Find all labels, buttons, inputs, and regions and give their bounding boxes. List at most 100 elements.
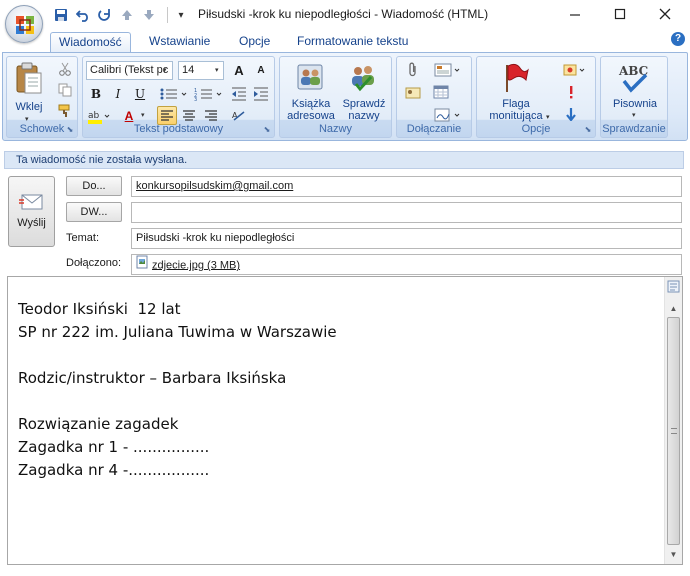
check-names-label-2[interactable]: nazwy (338, 110, 390, 122)
vertical-scrollbar[interactable]: ▲ ▼ (664, 277, 682, 564)
check-names-icon[interactable] (346, 60, 378, 94)
follow-up-flag-icon[interactable] (499, 60, 533, 96)
cut-icon[interactable] (56, 60, 74, 78)
subject-field[interactable]: Piłsudski -krok ku niepodległości (131, 228, 682, 249)
redo-icon[interactable] (96, 6, 114, 24)
low-importance-icon[interactable] (561, 104, 581, 123)
scrollbar-grip (671, 428, 677, 434)
minimize-icon[interactable] (552, 0, 598, 28)
decrease-indent-icon[interactable] (229, 84, 249, 103)
font-color-dropdown-icon[interactable]: ▾ (141, 111, 145, 119)
group-names: Książka adresowa Sprawdź nazwy Nazwy (279, 56, 392, 138)
undo-icon[interactable] (74, 6, 92, 24)
group-clipboard: Wklej ▾ Schowek ⬊ (6, 56, 78, 138)
basic-text-launcher-icon[interactable]: ⬊ (262, 125, 272, 135)
cc-field[interactable] (131, 202, 682, 223)
tab-wiadomosc[interactable]: Wiadomość (50, 32, 131, 52)
bold-button[interactable]: B (86, 84, 106, 103)
message-body[interactable]: Teodor Iksiński 12 lat SP nr 222 im. Juli… (7, 276, 683, 565)
font-name-dropdown-icon[interactable]: ▾ (163, 66, 167, 74)
info-bar: Ta wiadomość nie została wysłana. (4, 151, 684, 169)
address-book-label-2[interactable]: adresowa (283, 110, 339, 122)
tab-formatowanie-tekstu[interactable]: Formatowanie tekstu (289, 32, 416, 52)
arrow-up-icon[interactable] (118, 6, 136, 24)
attach-file-icon[interactable] (403, 60, 423, 79)
body-line: Rozwiązanie zagadek (18, 415, 179, 433)
calendar-icon[interactable] (431, 82, 451, 101)
numbering-icon[interactable]: 123 (192, 84, 226, 103)
office-button[interactable] (5, 5, 43, 43)
align-center-icon (183, 109, 195, 121)
spelling-label[interactable]: Pisownia (605, 98, 665, 110)
spelling-icon[interactable]: ABC (615, 60, 655, 96)
group-proofing: ABC Pisownia ▾ Sprawdzanie (600, 56, 668, 138)
follow-up-dropdown-icon[interactable]: ▾ (546, 113, 550, 121)
underline-button[interactable]: U (130, 84, 150, 103)
spelling-dropdown-icon[interactable]: ▾ (632, 111, 636, 119)
shrink-font-button[interactable]: A (251, 61, 271, 80)
send-button[interactable]: Wyślij (8, 176, 55, 247)
scroll-down-icon[interactable]: ▼ (666, 547, 681, 562)
attachment-link[interactable]: zdjecie.jpg (3 MB) (152, 259, 240, 271)
body-line: Zagadka nr 1 - ................ (18, 438, 210, 456)
svg-text:ab: ab (88, 111, 100, 121)
attachments-field[interactable]: zdjecie.jpg (3 MB) (131, 254, 682, 275)
image-file-icon (136, 255, 148, 274)
close-icon[interactable] (642, 0, 688, 28)
group-label-include: Dołączanie (406, 123, 462, 135)
body-line (18, 344, 337, 367)
cc-button[interactable]: DW... (66, 202, 122, 222)
clipboard-launcher-icon[interactable]: ⬊ (65, 125, 75, 135)
follow-up-label-1[interactable]: Flaga (483, 98, 549, 110)
to-button[interactable]: Do... (66, 176, 122, 196)
align-right-icon (205, 109, 217, 121)
business-card-icon[interactable] (403, 82, 423, 101)
to-recipient[interactable]: konkursopilsudskim@gmail.com (136, 180, 293, 192)
follow-up-label-2[interactable]: monitująca (483, 110, 549, 122)
italic-button[interactable]: I (108, 84, 128, 103)
permission-icon[interactable] (561, 60, 589, 79)
window-title: Piłsudski -krok ku niepodległości - Wiad… (198, 7, 489, 21)
svg-text:3: 3 (194, 97, 197, 101)
address-book-icon[interactable] (294, 60, 326, 94)
body-line: Teodor Iksiński 12 lat (18, 300, 181, 318)
send-envelope-icon (18, 191, 46, 213)
high-importance-icon[interactable] (561, 82, 581, 101)
message-body-text[interactable]: Teodor Iksiński 12 lat SP nr 222 im. Juli… (18, 298, 337, 482)
bullets-icon[interactable] (157, 84, 191, 103)
options-launcher-icon[interactable]: ⬊ (583, 125, 593, 135)
help-icon[interactable]: ? (671, 32, 685, 46)
body-line: SP nr 222 im. Juliana Tuwima w Warszawie (18, 323, 337, 341)
body-line (18, 390, 337, 413)
address-book-label-1[interactable]: Książka (283, 98, 339, 110)
subject-label: Temat: (66, 232, 100, 244)
group-label-basic-text: Tekst podstawowy (133, 123, 224, 135)
check-names-label-1[interactable]: Sprawdź (338, 98, 390, 110)
group-basic-text: Calibri (Tekst pc ▾ 14 ▾ A A B I U 123 a… (82, 56, 275, 138)
ruler-toggle-icon[interactable] (666, 280, 681, 295)
office-logo-icon (16, 16, 34, 34)
increase-indent-icon[interactable] (251, 84, 271, 103)
align-left-icon (161, 109, 173, 121)
copy-icon[interactable] (56, 81, 74, 99)
ribbon: Wklej ▾ Schowek ⬊ Calibri (Tekst pc ▾ 14… (2, 52, 688, 141)
paste-icon[interactable] (12, 60, 46, 96)
tab-wstawianie[interactable]: Wstawianie (141, 32, 218, 52)
arrow-down-icon[interactable] (140, 6, 158, 24)
scrollbar-thumb[interactable] (667, 317, 680, 545)
font-name-select[interactable]: Calibri (Tekst pc (86, 61, 173, 80)
attached-label: Dołączono: (66, 257, 122, 269)
format-painter-icon[interactable] (56, 102, 74, 120)
group-label-names: Nazwy (318, 123, 352, 135)
attach-item-icon[interactable] (431, 60, 465, 79)
save-icon[interactable] (52, 6, 70, 24)
paste-label[interactable]: Wklej (12, 101, 46, 113)
tab-opcje[interactable]: Opcje (231, 32, 278, 52)
font-size-dropdown-icon[interactable]: ▾ (215, 66, 219, 74)
to-field[interactable]: konkursopilsudskim@gmail.com (131, 176, 682, 197)
group-options: Flaga monitująca ▾ Opcje ⬊ (476, 56, 596, 138)
grow-font-button[interactable]: A (229, 61, 249, 80)
qat-customize-icon[interactable]: ▾ (172, 6, 190, 24)
maximize-icon[interactable] (597, 0, 643, 28)
scroll-up-icon[interactable]: ▲ (666, 301, 681, 316)
